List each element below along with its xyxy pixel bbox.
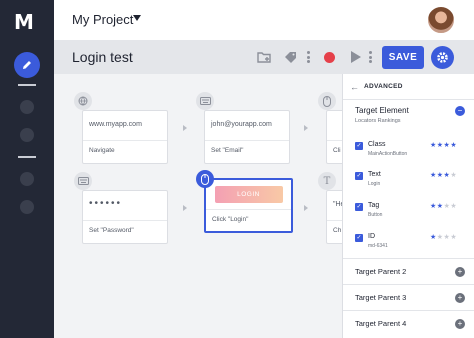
target-parent-2[interactable]: Target Parent 2 + [343,258,474,284]
left-sidebar: M [0,0,54,338]
play-button[interactable] [351,51,361,63]
arrow-right-icon [183,125,187,131]
tag-icon[interactable] [282,49,298,65]
locator-tag[interactable]: ✓ Tag Button ★★★★ [355,201,465,227]
sidebar-divider [18,84,36,86]
step-action: Set "Email" [211,147,244,154]
advanced-panel: ← ADVANCED Target Element Locators Ranki… [342,74,474,338]
step-card-set-email[interactable]: john@yourapp.com Set "Email" [204,110,290,164]
step-action: Navigate [89,147,115,154]
password-dots: •••••• [83,191,167,221]
expand-icon[interactable]: + [455,293,465,303]
locator-name: Class [368,141,386,148]
target-parent-label: Target Parent 3 [355,293,407,302]
sidebar-item-4[interactable] [20,200,34,214]
target-parent-label: Target Parent 2 [355,267,407,276]
test-steps-canvas: www.myapp.com Navigate john@yourapp.com … [54,74,356,338]
add-folder-icon[interactable] [256,49,272,65]
rating-stars: ★★★★ [430,234,458,241]
target-parent-label: Target Parent 4 [355,319,407,328]
locator-name: Text [368,171,381,178]
rating-stars: ★★★★ [430,142,458,149]
target-element-subtitle: Locators Rankings [355,118,401,124]
expand-icon[interactable]: + [455,319,465,329]
test-toolbar: Login test SAVE [54,40,474,74]
target-parent-4[interactable]: Target Parent 4 + [343,310,474,336]
step-action: Set "Password" [89,227,134,234]
step-card-set-password[interactable]: •••••• Set "Password" [82,190,168,244]
arrow-right-icon [304,205,308,211]
sidebar-item-3[interactable] [20,172,34,186]
locator-value: MainActionButton [368,151,408,157]
step-card-navigate[interactable]: www.myapp.com Navigate [82,110,168,164]
panel-header: ← ADVANCED [343,74,474,100]
step-value: john@yourapp.com [205,111,289,141]
more-options-icon[interactable] [307,51,310,63]
arrow-right-icon [304,125,308,131]
page-title: Login test [72,49,133,65]
mouse-icon [196,170,214,188]
sidebar-item-2[interactable] [20,128,34,142]
rating-stars: ★★★★ [430,172,458,179]
expand-icon[interactable]: + [455,267,465,277]
locator-name: Tag [368,202,380,209]
rating-stars: ★★★★ [430,203,458,210]
pencil-icon [23,61,31,69]
arrow-right-icon [183,205,187,211]
settings-button[interactable] [431,46,454,69]
gear-icon [437,52,448,63]
keyboard-icon [74,172,92,190]
locator-value: md-6341 [368,243,388,249]
locator-name: ID [368,233,375,240]
checkbox-checked[interactable]: ✓ [355,234,363,242]
checkbox-checked[interactable]: ✓ [355,172,363,180]
login-button-preview: LOGIN [214,186,283,203]
step-card-click-login[interactable]: LOGIN Click "Login" [204,178,293,233]
edit-tool-button[interactable] [14,52,40,78]
chevron-down-icon[interactable] [133,15,141,21]
locator-class[interactable]: ✓ Class MainActionButton ★★★★ [355,140,465,166]
step-action: Click "Login" [212,216,249,223]
locator-text[interactable]: ✓ Text Login ★★★★ [355,170,465,196]
panel-title: ADVANCED [364,83,403,90]
top-bar: My Project [54,0,474,40]
checkbox-checked[interactable]: ✓ [355,203,363,211]
target-element-title[interactable]: Target Element [355,106,409,115]
checkbox-checked[interactable]: ✓ [355,142,363,150]
target-parent-3[interactable]: Target Parent 3 + [343,284,474,310]
text-icon: T [318,172,336,190]
user-avatar[interactable] [426,5,456,35]
locator-value: Login [368,181,381,187]
collapse-icon[interactable]: − [455,106,465,116]
project-selector[interactable]: My Project [72,12,133,27]
app-logo: M [14,10,34,34]
sidebar-divider [18,156,36,158]
save-button[interactable]: SAVE [382,46,424,69]
step-value: www.myapp.com [83,111,167,141]
record-button[interactable] [324,52,335,63]
run-options-icon[interactable] [369,51,372,63]
mouse-icon [318,92,336,110]
locator-id[interactable]: ✓ ID md-6341 ★★★★ [355,232,465,258]
back-arrow-icon[interactable]: ← [350,82,359,92]
keyboard-icon [196,92,214,110]
sidebar-item-1[interactable] [20,100,34,114]
globe-icon [74,92,92,110]
locator-value: Button [368,212,383,218]
